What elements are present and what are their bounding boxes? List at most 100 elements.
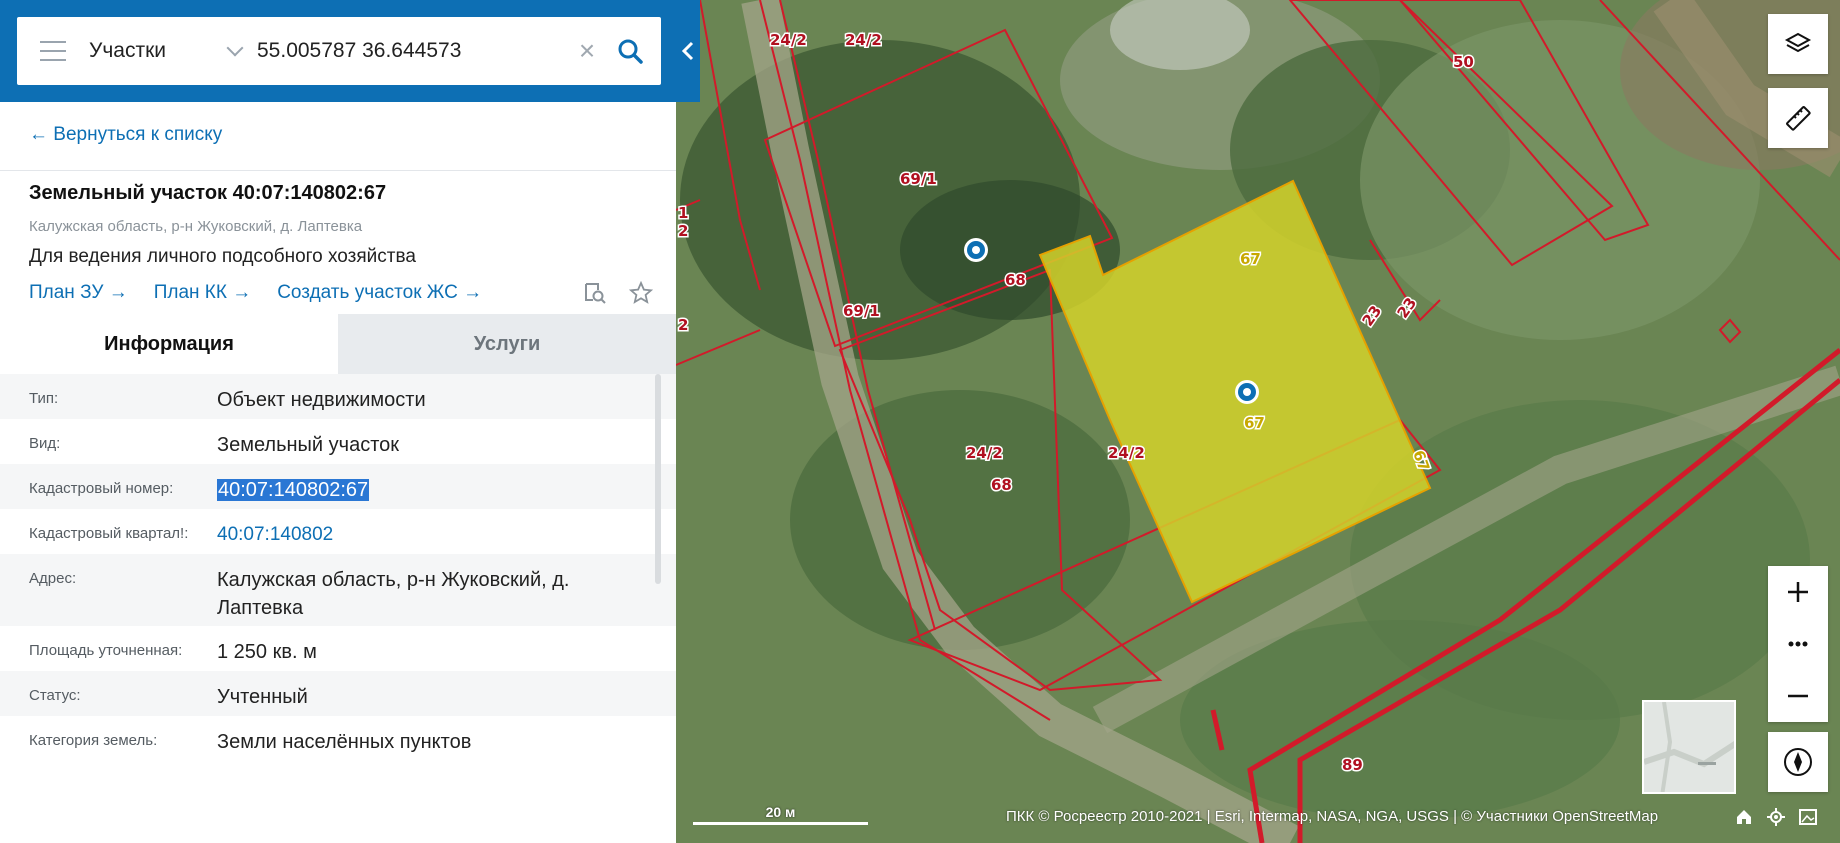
- plot-label: 24/2: [770, 31, 807, 49]
- zoom-out-button[interactable]: [1768, 670, 1828, 722]
- plot-label: 24/2: [966, 444, 1003, 462]
- plot-label: 50: [1453, 53, 1474, 71]
- plus-icon: [1788, 582, 1808, 602]
- info-row: Вид: Земельный участок: [0, 419, 676, 464]
- info-row: Категория земель: Земли населённых пункт…: [0, 716, 676, 761]
- info-value: Калужская область, р-н Жуковский, д. Лап…: [217, 569, 570, 619]
- tab-info[interactable]: Информация: [0, 314, 338, 374]
- info-key: Вид:: [29, 435, 61, 452]
- chevron-left-icon: [681, 41, 694, 61]
- info-key: Адрес:: [29, 570, 77, 587]
- image-icon: [1799, 809, 1817, 825]
- measure-button[interactable]: [1768, 88, 1828, 148]
- object-title: Земельный участок 40:07:140802:67: [29, 182, 387, 204]
- scale-label: 20 м: [765, 804, 796, 820]
- layer-select[interactable]: Участки: [89, 17, 257, 85]
- star-icon: [629, 281, 653, 304]
- selected-plot-label: 67: [1244, 414, 1265, 432]
- plot-label: 89: [1342, 756, 1363, 774]
- info-panel: ← Вернуться к списку Земельный участок 4…: [0, 102, 676, 843]
- divider: [0, 170, 676, 171]
- info-key: Тип:: [29, 390, 59, 407]
- ruler-icon: [1786, 106, 1811, 131]
- info-row: Тип: Объект недвижимости: [0, 374, 676, 419]
- tab-services[interactable]: Услуги: [338, 314, 676, 374]
- minimap[interactable]: [1642, 700, 1736, 794]
- panel-tabs: Информация Услуги: [0, 314, 676, 374]
- zoom-to-object-button[interactable]: [580, 278, 610, 308]
- minimap-preview: [1644, 702, 1734, 792]
- back-to-list-link[interactable]: ← Вернуться к списку: [29, 124, 222, 146]
- info-row: Площадь уточненная: 1 250 кв. м: [0, 626, 676, 671]
- clear-button[interactable]: ×: [567, 31, 607, 71]
- cadastral-quarter-link[interactable]: 40:07:140802: [217, 509, 676, 549]
- print-button[interactable]: [1799, 808, 1817, 826]
- info-table: Тип: Объект недвижимости Вид: Земельный …: [0, 374, 676, 761]
- collapse-panel-button[interactable]: [676, 30, 700, 72]
- map-marker[interactable]: [964, 238, 988, 262]
- selected-plot-label: 67: [1240, 250, 1261, 268]
- locate-icon: [1767, 808, 1785, 826]
- plot-label: 68: [991, 476, 1012, 494]
- search-input[interactable]: [257, 31, 567, 71]
- info-value: Объект недвижимости: [217, 389, 426, 411]
- info-value: 40:07:140802:67: [217, 464, 676, 504]
- info-key: Площадь уточненная:: [29, 642, 183, 659]
- search-box: Участки ×: [17, 17, 661, 85]
- plot-label: 2: [678, 222, 688, 240]
- info-row: Адрес: Калужская область, р-н Жуковский,…: [0, 554, 676, 626]
- app-root: 24/2 24/2 50 69/1 68 69/1 23 23 24/2 68 …: [0, 0, 1840, 843]
- info-value: Земли населённых пунктов: [217, 731, 472, 753]
- search-icon: [618, 39, 643, 64]
- panel-scrollbar[interactable]: [655, 374, 661, 584]
- compass-icon: [1784, 748, 1812, 776]
- info-key: Кадастровый квартал!:: [29, 525, 189, 542]
- zoom-controls: [1768, 566, 1828, 722]
- layer-select-value: Участки: [89, 39, 166, 62]
- more-dots-icon: [1788, 641, 1808, 647]
- plan-zu-link[interactable]: План ЗУ →: [29, 282, 128, 304]
- info-value: Земельный участок: [217, 434, 400, 456]
- menu-button[interactable]: [17, 17, 89, 85]
- plot-label: 69/1: [843, 302, 880, 320]
- info-value: Учтенный: [217, 686, 308, 708]
- scale-bar: [693, 822, 868, 825]
- layers-button[interactable]: [1768, 14, 1828, 74]
- document-search-icon: [585, 283, 606, 304]
- plan-kk-link[interactable]: План КК →: [154, 282, 252, 304]
- minus-icon: [1788, 694, 1808, 698]
- info-key: Кадастровый номер:: [29, 480, 174, 497]
- plot-label: 1: [678, 204, 688, 222]
- favorite-button[interactable]: [626, 278, 656, 308]
- locate-button[interactable]: [1767, 808, 1785, 826]
- action-links: План ЗУ → План КК → Создать участок ЖС →: [29, 282, 482, 304]
- home-button[interactable]: [1735, 808, 1753, 826]
- info-row: Статус: Учтенный: [0, 671, 676, 716]
- zoom-more-button[interactable]: [1768, 618, 1828, 670]
- plot-label: 2: [678, 316, 688, 334]
- info-key: Категория земель:: [29, 732, 158, 749]
- zoom-in-button[interactable]: [1768, 566, 1828, 618]
- map-attribution: ПКК © Росреестр 2010-2021 | Esri, Interm…: [1006, 808, 1659, 825]
- chevron-down-icon: [226, 39, 244, 57]
- compass-button[interactable]: [1768, 732, 1828, 792]
- object-address: Калужская область, р-н Жуковский, д. Лап…: [29, 218, 363, 235]
- search-button[interactable]: [607, 28, 653, 74]
- info-key: Статус:: [29, 687, 81, 704]
- plot-label: 69/1: [900, 170, 937, 188]
- create-plot-link[interactable]: Создать участок ЖС →: [277, 282, 482, 304]
- map-scale: 20 м: [693, 804, 868, 825]
- object-use: Для ведения личного подсобного хозяйства: [29, 246, 416, 267]
- layers-icon: [1784, 32, 1812, 53]
- home-icon: [1737, 810, 1751, 824]
- footer-icons: [1735, 808, 1817, 826]
- cadastral-number[interactable]: 40:07:140802:67: [217, 479, 370, 501]
- hamburger-icon: [40, 41, 66, 61]
- plot-label: 68: [1005, 271, 1026, 289]
- map-marker-selected[interactable]: [1235, 380, 1259, 404]
- plot-label: 24/2: [1108, 444, 1145, 462]
- search-bar-container: Участки ×: [0, 0, 700, 102]
- object-actions: [580, 278, 656, 308]
- plot-label: 24/2: [845, 31, 882, 49]
- info-row: Кадастровый номер: 40:07:140802:67: [0, 464, 676, 509]
